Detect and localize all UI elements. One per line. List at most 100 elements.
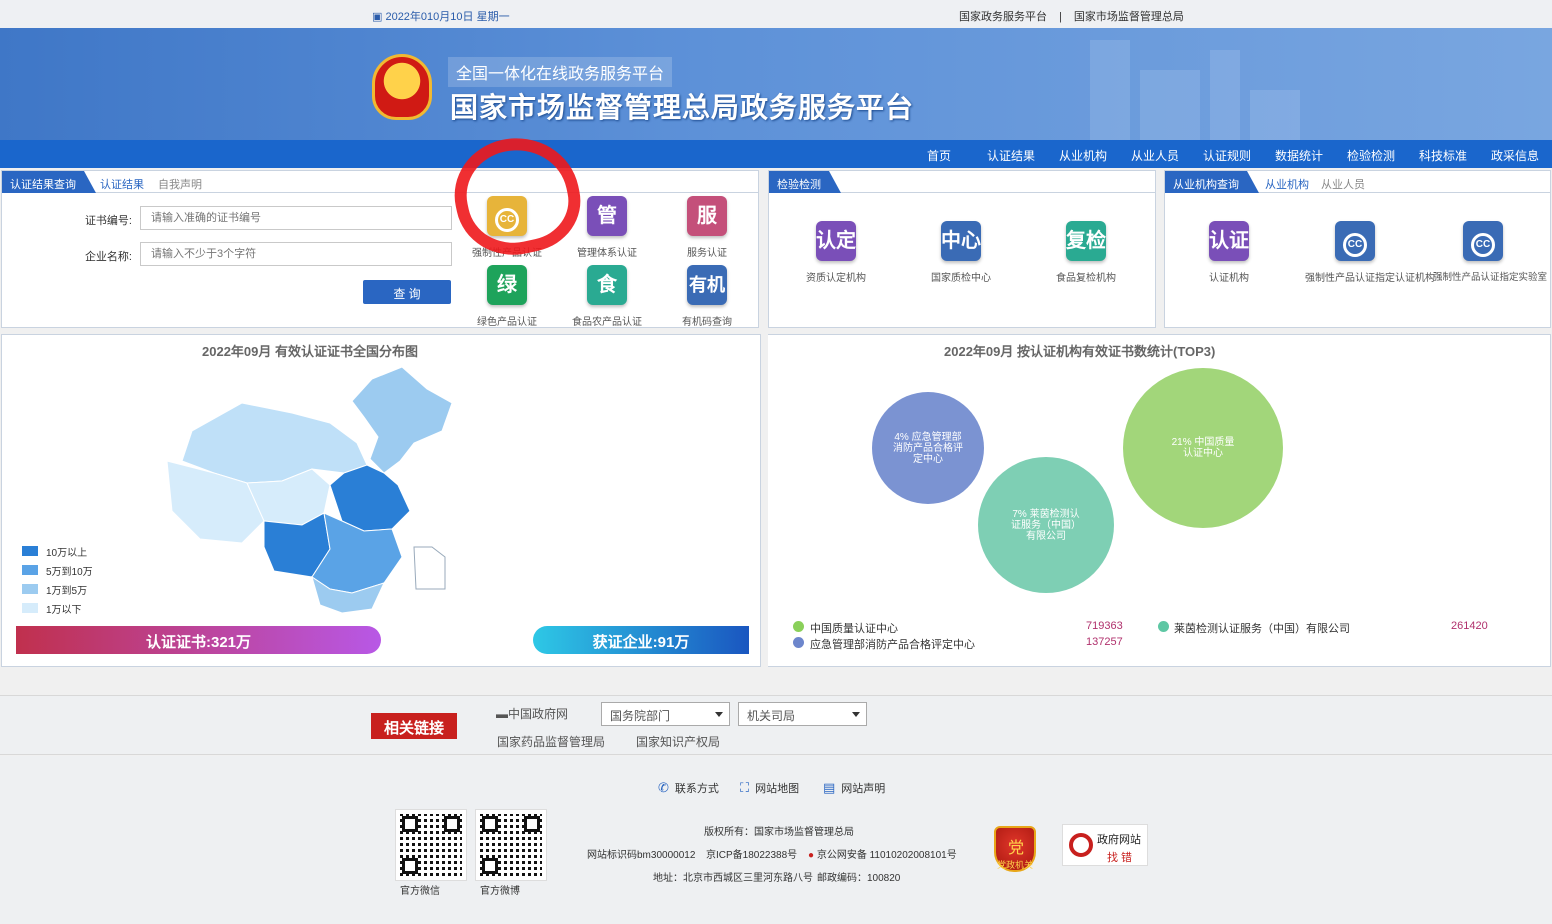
icp-number[interactable]: 京ICP备18022388号 bbox=[706, 846, 797, 861]
tile-food-cert[interactable]: 食 食品农产品认证 bbox=[557, 265, 657, 328]
tab-self-declaration[interactable]: 自我声明 bbox=[158, 176, 202, 192]
car-icon: ▬ bbox=[496, 707, 508, 721]
footer: ✆ 联系方式 ⛶ 网站地图 ▤ 网站声明 官方微信 官方微博 版权所有：国家市场监督管… bbox=[0, 756, 1552, 924]
nav-staff[interactable]: 从业人员 bbox=[1131, 147, 1179, 164]
legend-dot bbox=[793, 621, 804, 632]
management-icon: 管 bbox=[587, 196, 627, 236]
tile-ccc-designated-org[interactable]: CC 强制性产品认证指定认证机构 bbox=[1305, 221, 1435, 284]
query-button[interactable]: 查 询 bbox=[363, 280, 451, 304]
tab-orgs[interactable]: 从业机构 bbox=[1265, 176, 1309, 192]
inspection-panel: 检验检测 认定 资质认定机构 中心 国家质检中心 复检 食品复检机构 bbox=[768, 170, 1156, 328]
bubble-chart-panel: 2022年09月 按认证机构有效证书数统计(TOP3) 4% 应急管理部消防产品… bbox=[768, 334, 1551, 667]
header-banner: 全国一体化在线政务服务平台 国家市场监督管理总局政务服务平台 bbox=[0, 28, 1552, 140]
legend-swatch bbox=[22, 584, 38, 594]
legend-dot bbox=[793, 637, 804, 648]
tile-national-center[interactable]: 中心 国家质检中心 bbox=[911, 221, 1011, 284]
main-nav: 首页 认证结果 从业机构 从业人员 认证规则 数据统计 检验检测 科技标准 政采… bbox=[0, 140, 1552, 168]
food-icon: 食 bbox=[587, 265, 627, 305]
tab-inspection[interactable]: 检验检测 bbox=[769, 171, 841, 193]
legend-swatch bbox=[22, 546, 38, 556]
link-national-gov-service[interactable]: 国家政务服务平台 bbox=[959, 11, 1047, 23]
company-name-input[interactable] bbox=[140, 242, 452, 266]
cert-number-label: 证书编号: bbox=[84, 215, 132, 227]
footer-sitemap[interactable]: ⛶ 网站地图 bbox=[740, 780, 799, 796]
nav-inspection[interactable]: 检验检测 bbox=[1347, 147, 1395, 164]
link-cnipa[interactable]: 国家知识产权局 bbox=[636, 733, 720, 750]
bubble-tuv-rheinland: 7% 莱茵检测认证服务（中国）有限公司 bbox=[978, 457, 1114, 593]
caret-down-icon bbox=[852, 712, 860, 717]
company-total-bar: 获证企业:91万 bbox=[533, 626, 749, 654]
copyright: 版权所有：国家市场监督管理总局 bbox=[704, 827, 854, 838]
nav-orgs[interactable]: 从业机构 bbox=[1059, 147, 1107, 164]
bubble-cqc: 21% 中国质量认证中心 bbox=[1123, 368, 1283, 528]
service-icon: 服 bbox=[687, 196, 727, 236]
tile-food-recheck[interactable]: 复检 食品复检机构 bbox=[1036, 221, 1136, 284]
postcode: 邮政编码：100820 bbox=[817, 873, 901, 884]
magnifier-icon bbox=[1069, 833, 1093, 857]
nav-standards[interactable]: 科技标准 bbox=[1419, 147, 1467, 164]
police-record[interactable]: ● 京公网安备 11010202008101号 bbox=[808, 846, 957, 861]
cert-total-bar: 认证证书:321万 bbox=[16, 626, 381, 654]
tab-cert-query[interactable]: 认证结果查询 bbox=[2, 171, 96, 193]
gov-site-error-report[interactable]: 政府网站 找 错 bbox=[1062, 824, 1148, 866]
cert-number-input[interactable] bbox=[140, 206, 452, 230]
top-strip: ▣ 2022年010月10日 星期一 国家政务服务平台 | 国家市场监督管理总局 bbox=[0, 0, 1552, 28]
national-emblem-icon bbox=[372, 54, 432, 120]
nav-rules[interactable]: 认证规则 bbox=[1203, 147, 1251, 164]
map-panel: 2022年09月 有效认证证书全国分布图 10万以上 5万到10万 1万到5万 … bbox=[1, 334, 761, 667]
bubble-title: 2022年09月 按认证机构有效证书数统计(TOP3) bbox=[944, 344, 1216, 359]
cert-org-icon: 认证 bbox=[1209, 221, 1249, 261]
organic-icon: 有机 bbox=[687, 265, 727, 305]
china-map bbox=[166, 366, 453, 614]
ccc-icon: CC bbox=[1335, 221, 1375, 261]
green-icon: 绿 bbox=[487, 265, 527, 305]
tile-organic-query[interactable]: 有机 有机码查询 bbox=[657, 265, 757, 328]
nav-stats[interactable]: 数据统计 bbox=[1275, 147, 1323, 164]
legend-dot bbox=[1158, 621, 1169, 632]
footer-statement[interactable]: ▤ 网站声明 bbox=[823, 780, 885, 796]
tile-cert-org[interactable]: 认证 认证机构 bbox=[1179, 221, 1279, 284]
qualification-icon: 认定 bbox=[816, 221, 856, 261]
cert-query-panel: 认证结果查询 认证结果 自我声明 证书编号: 企业名称: 查 询 CC 强制性产… bbox=[1, 170, 759, 328]
related-links: 相关链接 ▬中国政府网 国务院部门 机关司局 国家药品监督管理局 国家知识产权局 bbox=[0, 695, 1552, 755]
nav-procurement[interactable]: 政采信息 bbox=[1491, 147, 1539, 164]
tile-service-cert[interactable]: 服 服务认证 bbox=[657, 196, 757, 259]
map-region-north bbox=[181, 402, 368, 484]
select-state-council[interactable]: 国务院部门 bbox=[601, 702, 730, 726]
banner-title: 国家市场监督管理总局政务服务平台 bbox=[450, 92, 915, 123]
tab-cert-results[interactable]: 认证结果 bbox=[100, 176, 144, 192]
tile-ccc-designated-lab[interactable]: CC 强制性产品认证指定实验室 bbox=[1433, 221, 1547, 283]
map-title: 2022年09月 有效认证证书全国分布图 bbox=[202, 344, 418, 359]
tile-green-cert[interactable]: 绿 绿色产品认证 bbox=[457, 265, 557, 328]
footer-contact[interactable]: ✆ 联系方式 bbox=[658, 780, 719, 796]
calendar-icon: ▣ bbox=[372, 11, 386, 23]
site-id: 网站标识码bm30000012 bbox=[587, 850, 696, 861]
tile-qualification-org[interactable]: 认定 资质认定机构 bbox=[786, 221, 886, 284]
nav-cert-results[interactable]: 认证结果 bbox=[987, 147, 1035, 164]
tab-staff[interactable]: 从业人员 bbox=[1321, 176, 1365, 192]
map-south-sea-inset bbox=[413, 546, 446, 590]
link-gov-cn[interactable]: ▬中国政府网 bbox=[496, 705, 568, 722]
caret-down-icon bbox=[715, 712, 723, 717]
party-gov-badge-icon[interactable]: 党政机关 bbox=[994, 826, 1036, 872]
police-badge-icon: ● bbox=[808, 850, 817, 861]
link-samr[interactable]: 国家市场监督管理总局 bbox=[1074, 11, 1184, 23]
tab-org-query[interactable]: 从业机构查询 bbox=[1165, 171, 1259, 193]
map-region-northeast bbox=[351, 366, 453, 474]
legend-swatch bbox=[22, 565, 38, 575]
center-icon: 中心 bbox=[941, 221, 981, 261]
related-links-tag: 相关链接 bbox=[371, 713, 457, 739]
current-date: ▣ 2022年010月10日 星期一 bbox=[372, 11, 510, 23]
org-query-panel: 从业机构查询 从业机构 从业人员 认证 认证机构 CC 强制性产品认证指定认证机… bbox=[1164, 170, 1551, 328]
weibo-qr-code bbox=[475, 809, 547, 881]
sitemap-icon: ⛶ bbox=[740, 780, 750, 795]
nav-home[interactable]: 首页 bbox=[927, 147, 951, 164]
top-links: 国家政务服务平台 | 国家市场监督管理总局 bbox=[959, 11, 1184, 23]
select-departments[interactable]: 机关司局 bbox=[738, 702, 867, 726]
wechat-qr-code bbox=[395, 809, 467, 881]
banner-subtitle: 全国一体化在线政务服务平台 bbox=[448, 57, 673, 87]
link-nmpa[interactable]: 国家药品监督管理局 bbox=[497, 733, 605, 750]
ccc-icon: CC bbox=[1463, 221, 1503, 261]
document-icon: ▤ bbox=[823, 780, 836, 795]
address: 地址：北京市西城区三里河东路八号 bbox=[653, 873, 813, 884]
